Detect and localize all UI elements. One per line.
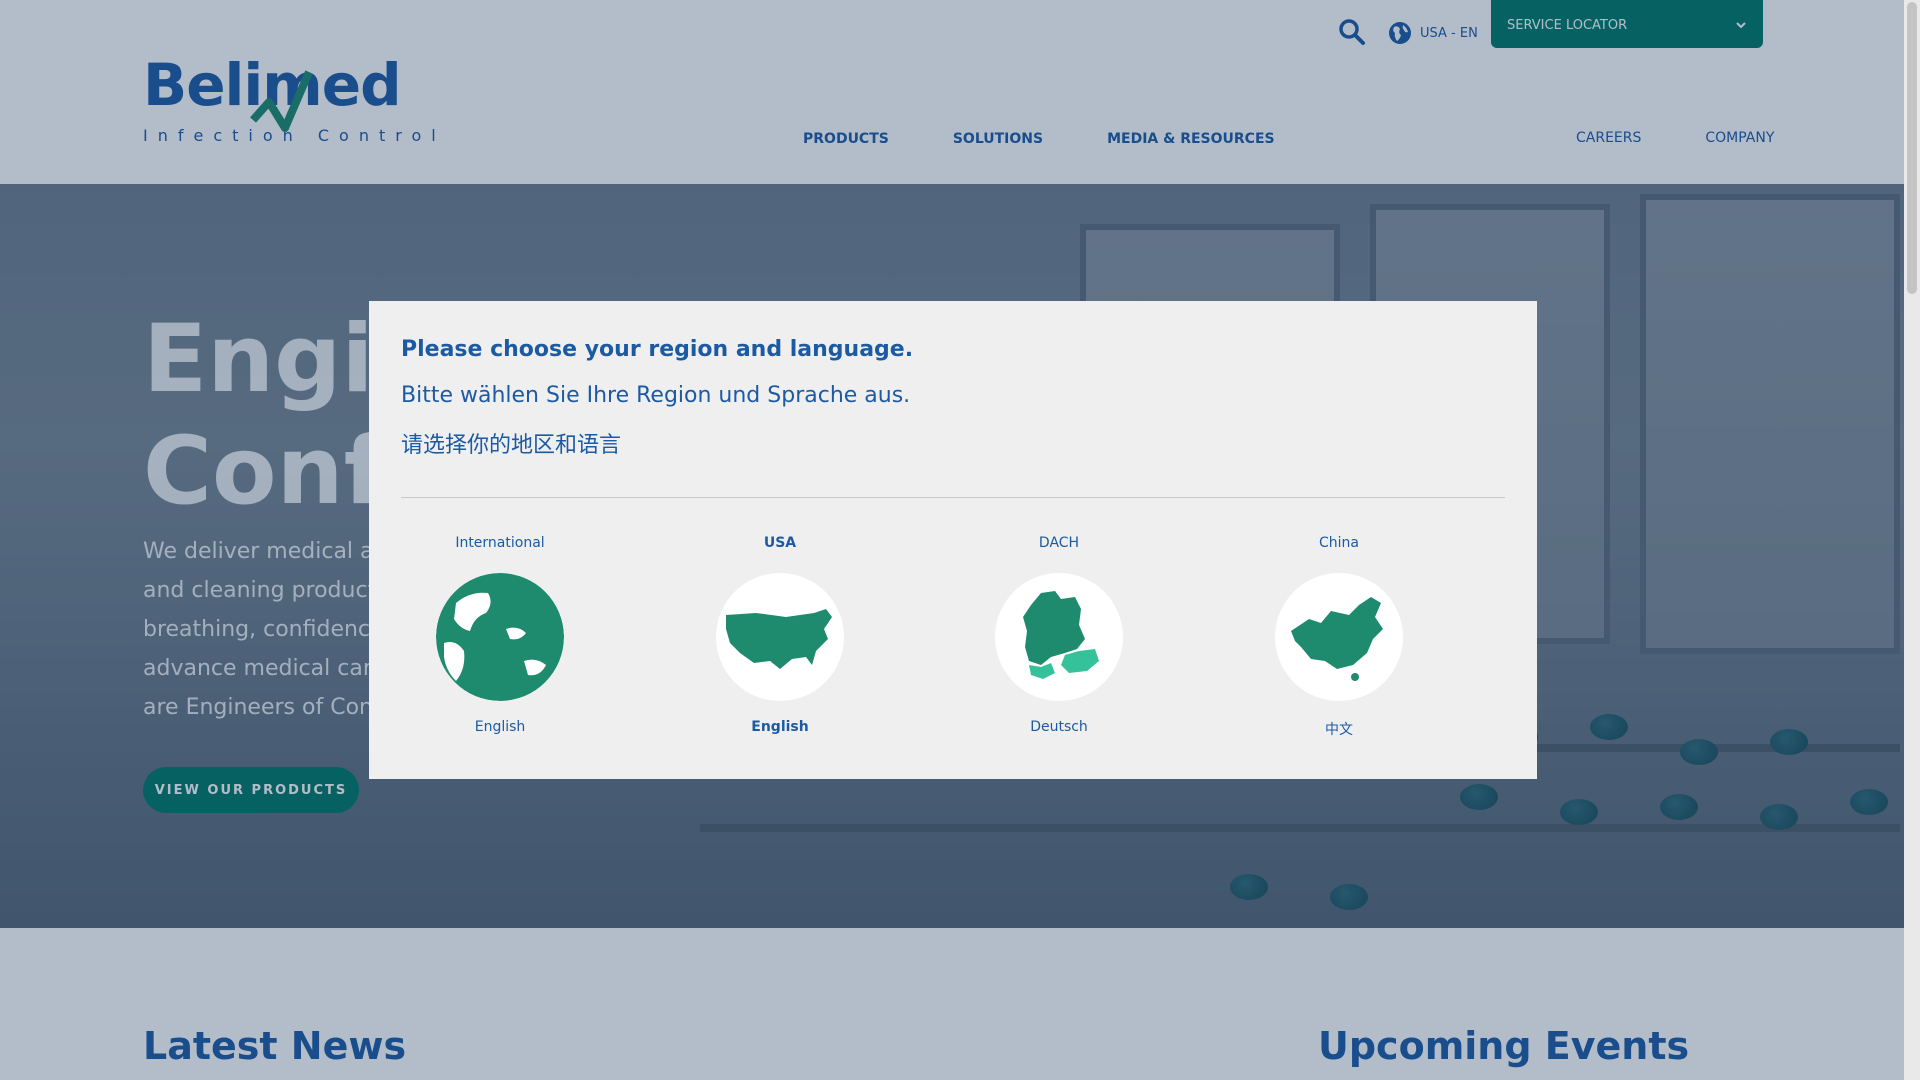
region-name: China bbox=[1319, 535, 1359, 551]
region-language: English bbox=[751, 719, 809, 735]
modal-heading-chinese: 请选择你的地区和语言 bbox=[401, 433, 622, 458]
region-option-dach[interactable]: DACH Deutsch bbox=[959, 535, 1159, 735]
china-map-icon bbox=[1275, 573, 1403, 701]
region-language-modal: Please choose your region and language. … bbox=[369, 301, 1537, 779]
region-option-international[interactable]: International English bbox=[400, 535, 600, 735]
page-scrollbar[interactable] bbox=[1904, 0, 1920, 1080]
region-name: International bbox=[455, 535, 545, 551]
globe-icon bbox=[436, 573, 564, 701]
modal-divider bbox=[401, 497, 1505, 498]
modal-heading-english: Please choose your region and language. bbox=[401, 337, 914, 362]
region-option-usa[interactable]: USA English bbox=[680, 535, 880, 735]
usa-map-icon bbox=[716, 573, 844, 701]
region-name: USA bbox=[763, 535, 797, 551]
region-language: English bbox=[474, 719, 526, 735]
region-language: 中文 bbox=[1325, 722, 1353, 738]
region-language: Deutsch bbox=[1030, 719, 1088, 735]
modal-heading-german: Bitte wählen Sie Ihre Region und Sprache… bbox=[401, 383, 911, 408]
region-option-china[interactable]: China 中文 bbox=[1239, 535, 1439, 739]
dach-map-icon bbox=[995, 573, 1123, 701]
scrollbar-thumb[interactable] bbox=[1907, 2, 1917, 294]
region-name: DACH bbox=[1038, 535, 1080, 551]
